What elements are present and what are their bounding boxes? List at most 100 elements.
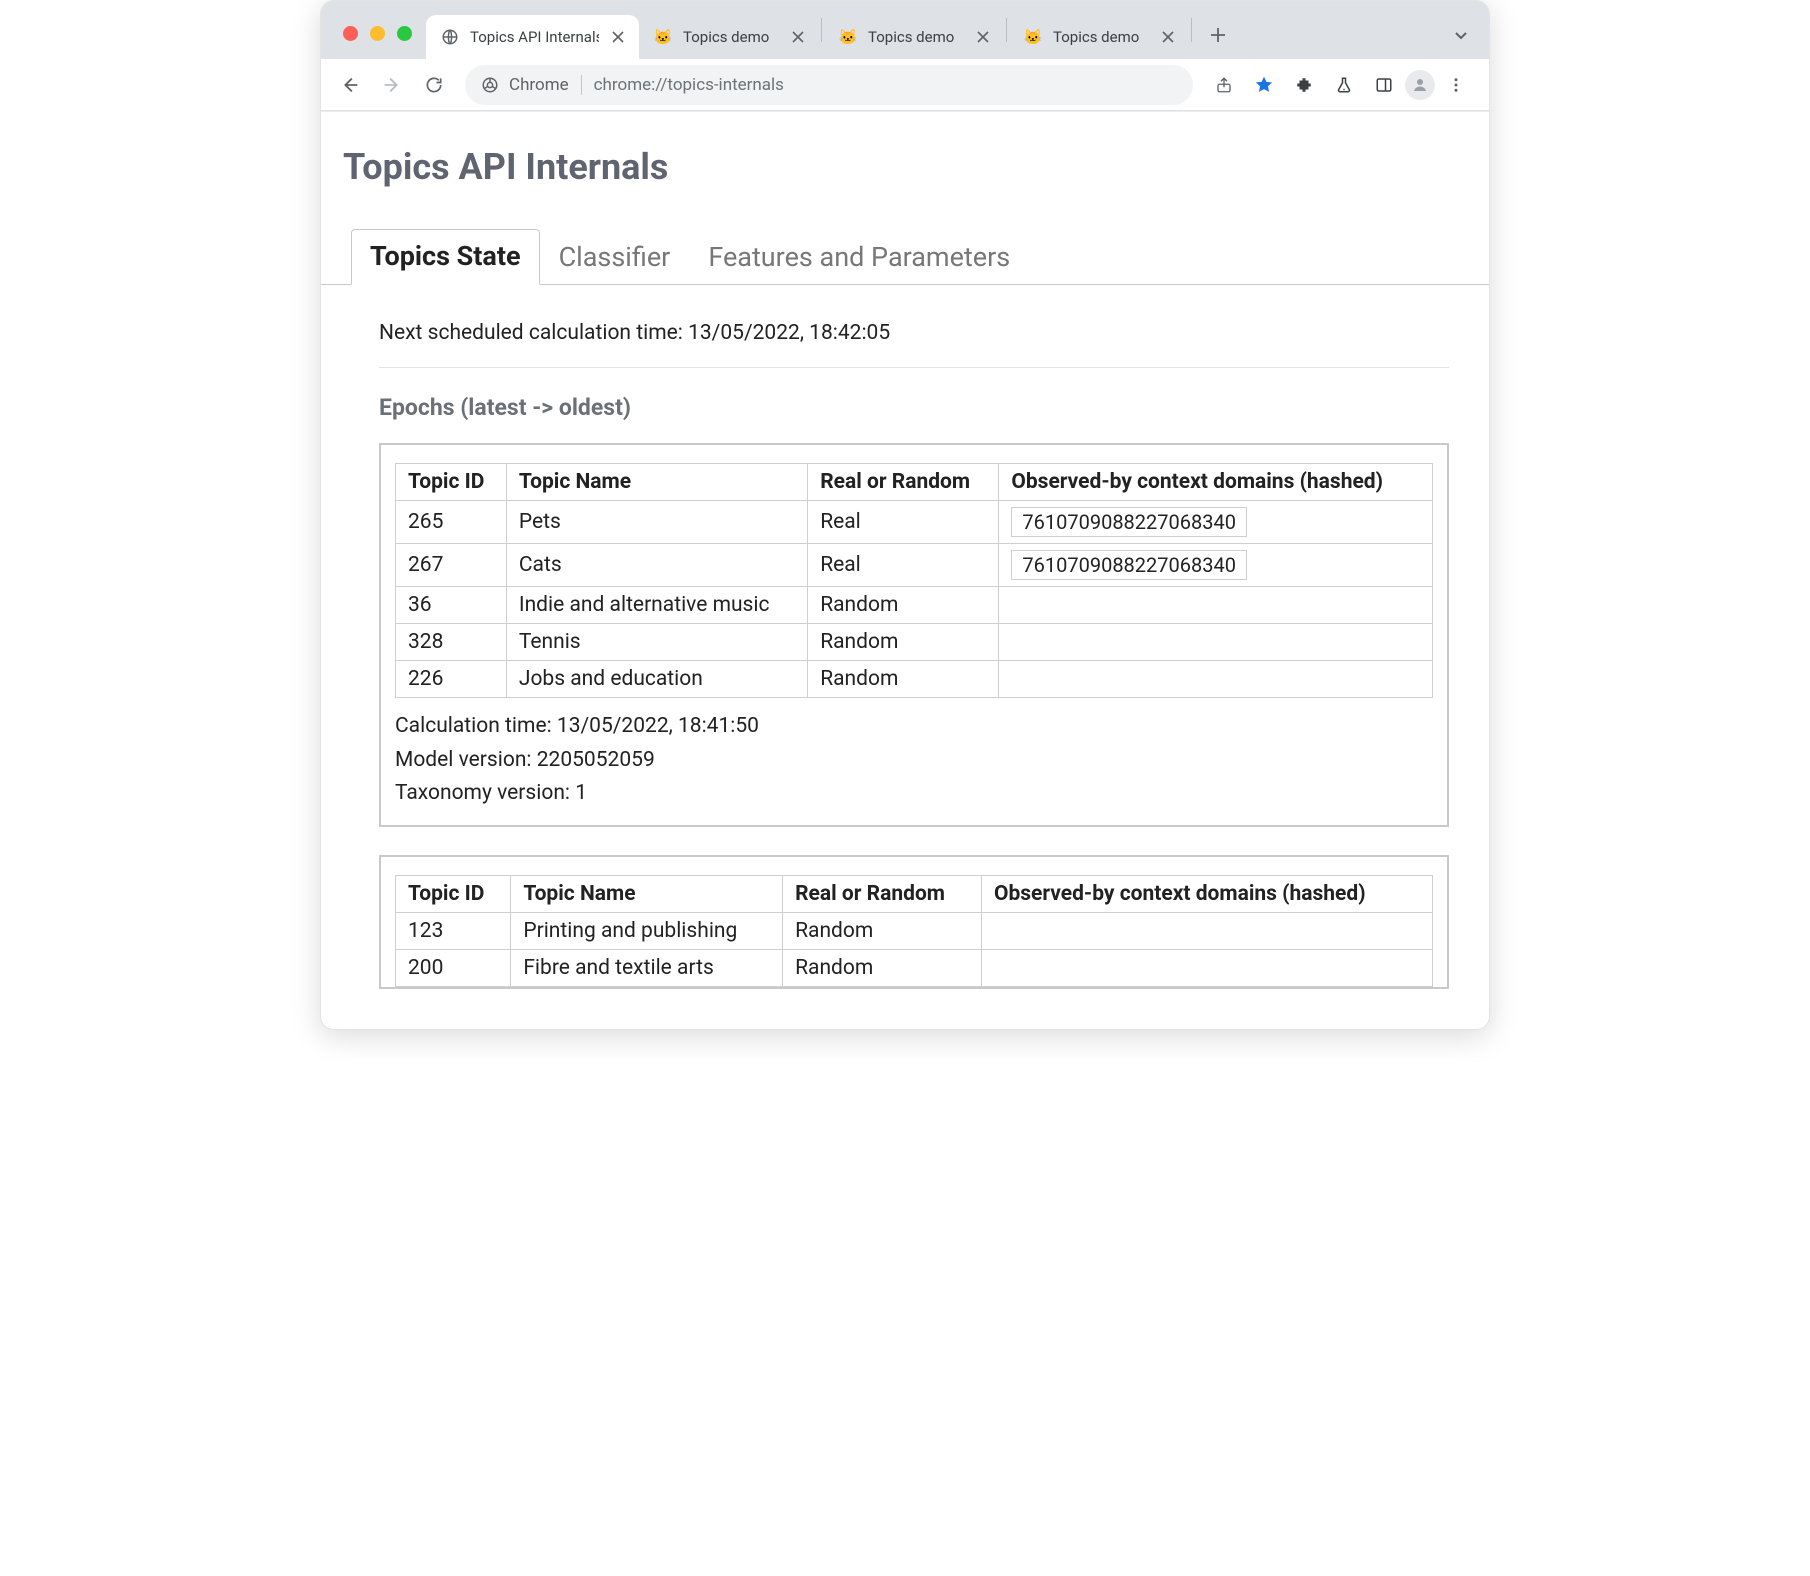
tab-separator [1006,18,1007,42]
site-info[interactable]: Chrome [481,75,569,95]
cell-name: Tennis [506,624,807,661]
cell-kind: Real [808,501,999,544]
calc-time-label: Calculation time: [395,714,557,738]
table-row: 226 Jobs and education Random [396,661,1433,698]
table-row: 265 Pets Real 7610709088227068340 [396,501,1433,544]
cell-hash [981,912,1432,949]
chrome-icon [481,76,499,94]
tab-strip: Topics API Internals 🐱 Topics demo 🐱 Top… [321,1,1489,59]
back-button[interactable] [331,66,369,104]
page-title: Topics API Internals [343,146,1489,188]
browser-tab-title: Topics demo [683,28,779,46]
tab-features-parameters[interactable]: Features and Parameters [689,230,1029,285]
close-icon[interactable] [1159,28,1177,46]
cell-id: 265 [396,501,507,544]
hash-chip: 7610709088227068340 [1011,507,1247,537]
profile-button[interactable] [1405,70,1435,100]
tab-classifier[interactable]: Classifier [540,230,690,285]
browser-tab-2[interactable]: 🐱 Topics demo [824,15,1004,59]
labs-button[interactable] [1325,66,1363,104]
reload-button[interactable] [415,66,453,104]
cell-hash [999,587,1433,624]
page-content: Topics API Internals Topics State Classi… [321,111,1489,1029]
taxonomy-version-value: 1 [575,781,587,805]
url-display: chrome://topics-internals [594,75,784,95]
cell-hash [981,949,1432,986]
cat-icon: 🐱 [653,27,673,47]
table-row: 200 Fibre and textile arts Random [396,949,1433,986]
taxonomy-version-label: Taxonomy version: [395,781,575,805]
col-observed-hashed: Observed-by context domains (hashed) [999,464,1433,501]
close-icon[interactable] [789,28,807,46]
window-minimize[interactable] [370,26,385,41]
forward-button[interactable] [373,66,411,104]
calc-time-value: 13/05/2022, 18:41:50 [557,714,759,738]
close-icon[interactable] [974,28,992,46]
divider [379,367,1449,368]
epochs-heading: Epochs (latest -> oldest) [379,394,1449,421]
table-row: 328 Tennis Random [396,624,1433,661]
cell-id: 226 [396,661,507,698]
menu-button[interactable] [1437,66,1475,104]
browser-tab-1[interactable]: 🐱 Topics demo [639,15,819,59]
cell-hash [999,661,1433,698]
browser-tab-title: Topics demo [1053,28,1149,46]
cell-kind: Real [808,544,999,587]
bookmark-button[interactable] [1245,66,1283,104]
globe-icon [440,27,460,47]
window-close[interactable] [343,26,358,41]
cell-name: Indie and alternative music [506,587,807,624]
epoch-meta: Calculation time: 13/05/2022, 18:41:50 M… [395,710,1433,811]
close-icon[interactable] [609,28,627,46]
cell-kind: Random [808,624,999,661]
cell-hash [999,624,1433,661]
browser-tab-title: Topics demo [868,28,964,46]
cell-id: 267 [396,544,507,587]
cell-id: 123 [396,912,511,949]
window-controls [335,26,426,59]
extensions-button[interactable] [1285,66,1323,104]
hash-chip: 7610709088227068340 [1011,550,1247,580]
cell-kind: Random [808,661,999,698]
col-observed-hashed: Observed-by context domains (hashed) [981,875,1432,912]
side-panel-button[interactable] [1365,66,1403,104]
browser-tab-title: Topics API Internals [470,28,599,46]
toolbar: Chrome chrome://topics-internals [321,59,1489,111]
col-topic-name: Topic Name [506,464,807,501]
cell-kind: Random [783,949,982,986]
tab-separator [1191,18,1192,42]
address-bar[interactable]: Chrome chrome://topics-internals [465,65,1193,105]
cell-name: Fibre and textile arts [511,949,783,986]
cell-name: Printing and publishing [511,912,783,949]
next-calc-value: 13/05/2022, 18:42:05 [688,321,890,345]
next-calc-line: Next scheduled calculation time: 13/05/2… [379,321,1449,345]
new-tab-button[interactable] [1200,17,1236,53]
window-zoom[interactable] [397,26,412,41]
col-topic-name: Topic Name [511,875,783,912]
table-row: 123 Printing and publishing Random [396,912,1433,949]
model-version-value: 2205052059 [537,748,655,772]
table-row: 36 Indie and alternative music Random [396,587,1433,624]
tab-overflow-button[interactable] [1447,21,1475,49]
share-button[interactable] [1205,66,1243,104]
browser-tab-3[interactable]: 🐱 Topics demo [1009,15,1189,59]
model-version-label: Model version: [395,748,537,772]
cell-name: Cats [506,544,807,587]
epoch-box: Topic ID Topic Name Real or Random Obser… [379,855,1449,989]
topics-table: Topic ID Topic Name Real or Random Obser… [395,875,1433,987]
col-real-random: Real or Random [808,464,999,501]
browser-tab-0[interactable]: Topics API Internals [426,15,639,59]
col-topic-id: Topic ID [396,875,511,912]
cell-kind: Random [783,912,982,949]
cell-id: 200 [396,949,511,986]
col-real-random: Real or Random [783,875,982,912]
cat-icon: 🐱 [838,27,858,47]
epoch-box: Topic ID Topic Name Real or Random Obser… [379,443,1449,827]
tab-topics-state[interactable]: Topics State [351,229,540,285]
cell-name: Pets [506,501,807,544]
cell-hash: 7610709088227068340 [999,544,1433,587]
cell-name: Jobs and education [506,661,807,698]
topics-table: Topic ID Topic Name Real or Random Obser… [395,463,1433,698]
cell-hash: 7610709088227068340 [999,501,1433,544]
browser-window: Topics API Internals 🐱 Topics demo 🐱 Top… [320,0,1490,1030]
